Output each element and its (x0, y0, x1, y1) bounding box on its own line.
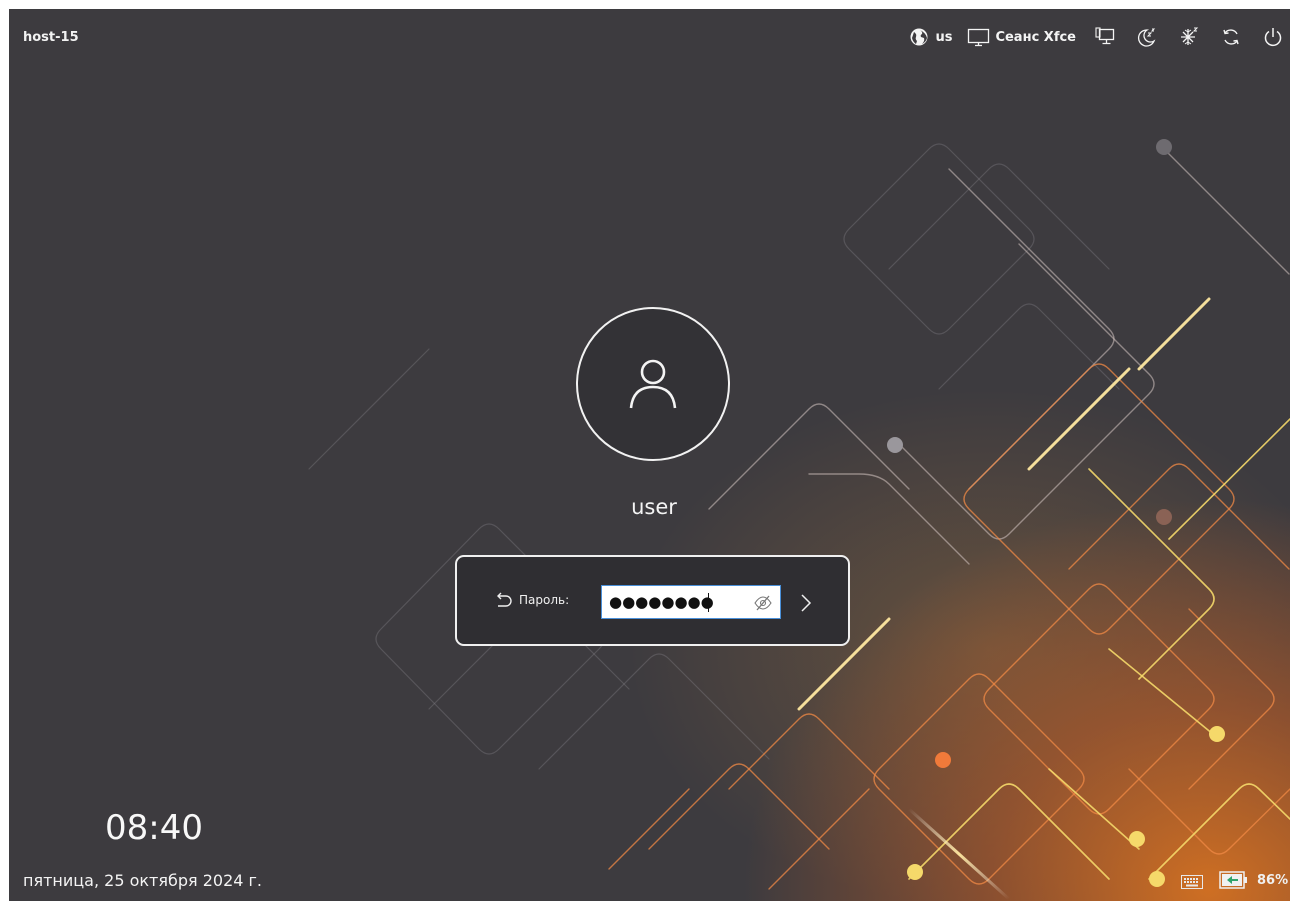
user-avatar (576, 307, 730, 461)
suspend-icon[interactable] (1136, 26, 1158, 48)
username-label: user (631, 495, 677, 519)
clock-time: 08:40 (105, 808, 203, 848)
restart-icon[interactable] (1220, 26, 1242, 48)
power-icon[interactable] (1262, 26, 1284, 48)
eye-hidden-icon[interactable] (753, 594, 773, 612)
network-icon[interactable] (1094, 26, 1116, 48)
keyboard-layout-selector[interactable]: us (908, 26, 952, 48)
chevron-right-icon[interactable] (799, 593, 813, 613)
hostname: host-15 (23, 30, 79, 45)
monitor-icon (968, 28, 990, 47)
session-label: Сеанс Xfce (995, 29, 1076, 45)
battery-level: 86% (1257, 873, 1289, 888)
keyboard-layout-label: us (935, 29, 953, 45)
password-label: Пароль: (519, 593, 570, 607)
user-icon (629, 359, 677, 409)
password-value: ●●●●●●●● (609, 593, 714, 611)
text-caret (708, 593, 709, 612)
battery-charging-icon (1219, 871, 1247, 889)
session-selector[interactable]: Сеанс Xfce (966, 26, 1076, 48)
undo-icon[interactable] (494, 591, 512, 609)
keyboard-icon[interactable] (1181, 875, 1203, 889)
clock-date: пятница, 25 октября 2024 г. (23, 871, 263, 890)
top-bar-controls: us Сеанс Xfce (908, 25, 1284, 49)
globe-icon (910, 28, 928, 46)
login-screen: host-15 us Сеанс Xfce user Пароль: ●●●●●… (9, 9, 1290, 901)
password-field[interactable]: ●●●●●●●● (601, 585, 781, 619)
login-panel: Пароль: ●●●●●●●● (455, 555, 850, 646)
hibernate-icon[interactable] (1178, 26, 1200, 48)
